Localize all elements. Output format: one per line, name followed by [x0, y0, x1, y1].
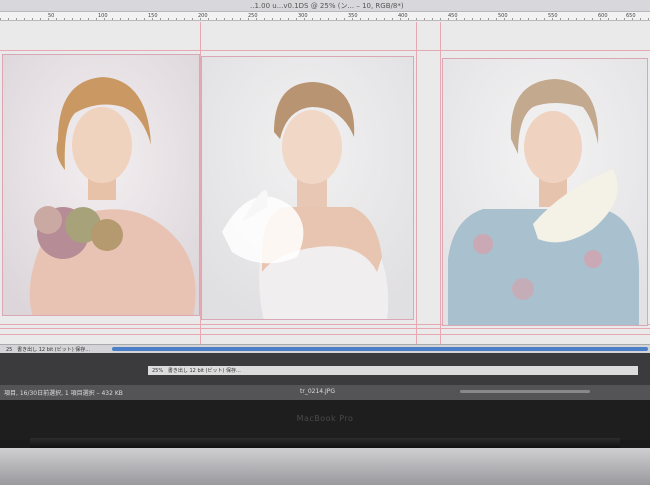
ruler-labels: 50 100 150 200 250 300 350 400 450 500 5…: [0, 13, 650, 19]
finder-status-bar: 項目, 16/30日前選択, 1 項目選択 – 432 KB tr_0214.J…: [0, 385, 650, 400]
laptop-keyboard-deck: [0, 448, 650, 485]
finder-filename: tr_0214.JPG: [300, 388, 336, 395]
ruler-label: 50: [48, 13, 55, 19]
size-slider[interactable]: [460, 390, 590, 393]
screen: ..1.00 u...v0.1DS @ 25% (ン... – 10, RGB/…: [0, 0, 650, 400]
ruler-label: 250: [248, 13, 258, 19]
ruler-label: 450: [448, 13, 458, 19]
secondary-document-info: 書き出し 12 bit (ビット) 保存...: [167, 368, 241, 374]
photo-model-1-image: [3, 55, 199, 315]
ruler-label: 600: [598, 13, 608, 19]
photo-model-1[interactable]: [2, 54, 200, 316]
ruler-label: 400: [398, 13, 408, 19]
window-title: ..1.00 u...v0.1DS @ 25% (ン... – 10, RGB/…: [0, 0, 650, 12]
photo-model-2-image: [202, 57, 413, 319]
photo-model-3-image: [443, 59, 647, 325]
guide-line: [0, 334, 650, 335]
finder-status-text: 項目, 16/30日前選択, 1 項目選択 – 432 KB: [4, 390, 123, 397]
photo-model-3[interactable]: [442, 58, 648, 326]
ruler-label: 350: [348, 13, 358, 19]
guide-line: [0, 50, 650, 51]
secondary-status-bar: 25% 書き出し 12 bit (ビット) 保存...: [148, 366, 638, 375]
ruler-label: 300: [298, 13, 308, 19]
horizontal-scrollbar[interactable]: [112, 347, 648, 351]
ruler-label: 500: [498, 13, 508, 19]
ruler-label: 200: [198, 13, 208, 19]
secondary-zoom-level[interactable]: 25%: [152, 368, 163, 374]
ruler-label: 550: [548, 13, 558, 19]
guide-line: [416, 22, 417, 344]
brand-label: MacBook Pro: [296, 414, 354, 423]
guide-line: [0, 328, 650, 329]
ruler-label: 650: [626, 13, 636, 19]
photo-model-2[interactable]: [201, 56, 414, 320]
ruler-label: 100: [98, 13, 108, 19]
ruler-label: 150: [148, 13, 158, 19]
laptop-hinge: [30, 438, 620, 448]
guide-line: [440, 22, 441, 344]
